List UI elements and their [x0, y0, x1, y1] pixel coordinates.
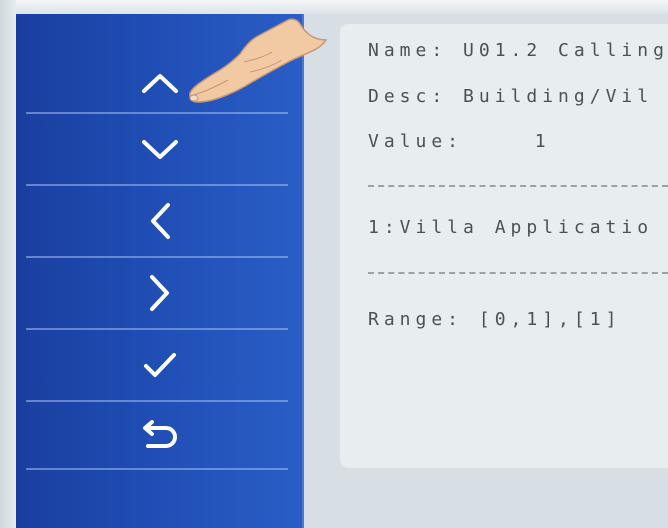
- chevron-right-icon: [148, 273, 172, 313]
- name-label: Name:: [368, 40, 448, 61]
- dashed-separator: [368, 272, 668, 274]
- desc-row: Desc: Building/Vil: [368, 86, 653, 107]
- range-row: Range: [0,1],[1]: [368, 309, 621, 330]
- back-button[interactable]: [16, 400, 304, 470]
- name-value: U01.2 Calling: [463, 40, 668, 61]
- desc-label: Desc:: [368, 86, 448, 107]
- bezel-top: [0, 0, 668, 14]
- return-icon: [140, 420, 180, 450]
- range-label: Range:: [368, 309, 464, 330]
- right-button[interactable]: [16, 258, 304, 328]
- down-button[interactable]: [16, 114, 304, 184]
- value-row: Value: 1: [368, 131, 551, 152]
- dashed-separator: [368, 185, 668, 187]
- desc-value: Building/Vil: [463, 86, 654, 107]
- chevron-left-icon: [148, 201, 172, 241]
- option-item[interactable]: 1:Villa Applicatio: [368, 217, 653, 238]
- left-button[interactable]: [16, 186, 304, 256]
- divider: [26, 468, 288, 470]
- name-row: Name: U01.2 Calling: [368, 40, 668, 61]
- value-value: 1: [534, 131, 551, 152]
- check-icon: [142, 351, 178, 379]
- range-value: [0,1],[1]: [478, 309, 622, 330]
- confirm-button[interactable]: [16, 330, 304, 400]
- chevron-up-icon: [140, 71, 180, 95]
- value-label: Value:: [368, 131, 464, 152]
- pointing-hand-icon: [189, 18, 328, 103]
- chevron-down-icon: [140, 137, 180, 161]
- bezel-left: [0, 0, 16, 528]
